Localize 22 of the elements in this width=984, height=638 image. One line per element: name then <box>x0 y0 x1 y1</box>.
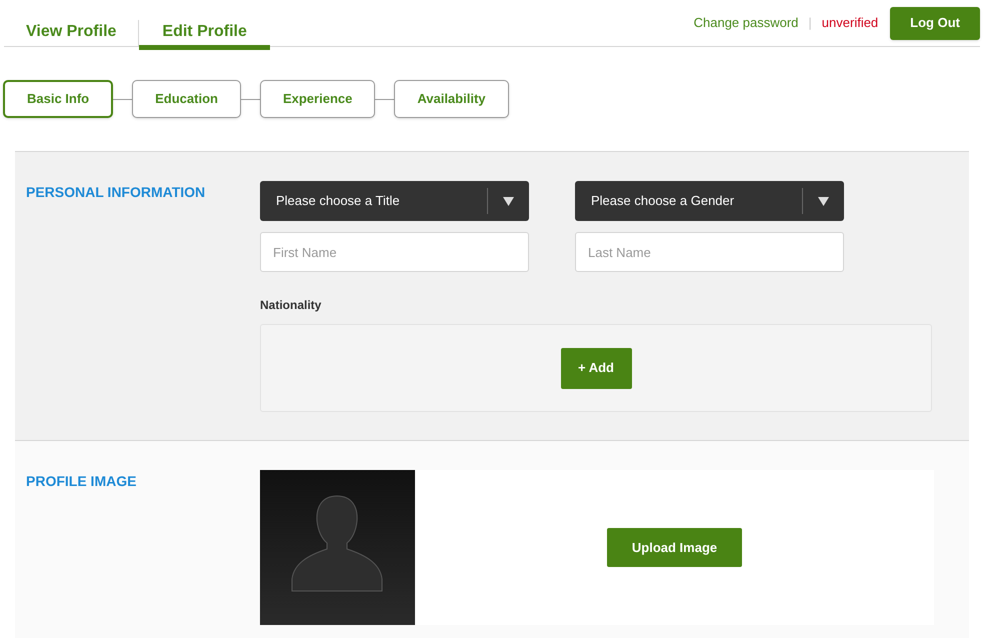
nav-tab[interactable]: View Profile <box>4 18 138 50</box>
section-heading: PERSONAL INFORMATION <box>25 183 206 202</box>
last-name-field[interactable]: Last Name <box>575 232 844 272</box>
dropdown-arrow-icon <box>503 196 514 206</box>
upload-image-button[interactable]: Upload Image <box>607 528 742 567</box>
step-tab[interactable]: Basic Info <box>3 80 114 118</box>
verification-status: unverified <box>822 14 878 32</box>
avatar-icon <box>260 470 415 625</box>
step-tab[interactable]: Experience <box>260 80 376 118</box>
logout-button[interactable]: Log Out <box>890 6 980 40</box>
change-password-link[interactable]: Change password <box>694 13 798 33</box>
first-name-field[interactable]: First Name <box>260 232 529 272</box>
add-button[interactable]: + Add <box>560 348 632 388</box>
nationality-label: Nationality <box>260 297 322 314</box>
section-heading: PROFILE IMAGE <box>25 472 138 491</box>
step-tab[interactable]: Education <box>132 80 241 118</box>
separator: | <box>808 14 812 32</box>
gender-dropdown[interactable]: Please choose a Gender <box>575 181 844 221</box>
nav-tab[interactable]: Edit Profile <box>139 18 270 50</box>
step-tab[interactable]: Availability <box>394 80 508 118</box>
title-dropdown[interactable]: Please choose a Title <box>260 181 529 221</box>
dropdown-arrow-icon <box>818 196 829 206</box>
